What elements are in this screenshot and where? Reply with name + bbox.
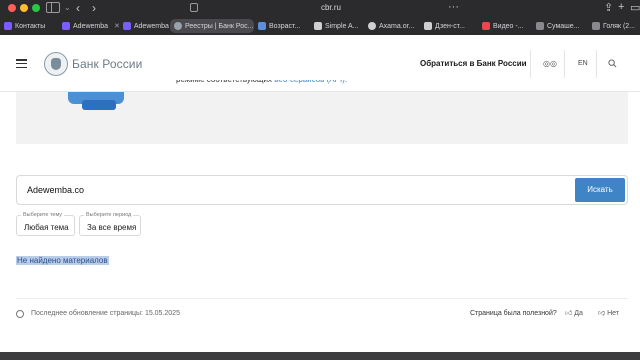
last-updated: Последнее обновление страницы: 15.05.202… [31,310,180,317]
thumbs-down-icon: 👎︎ [598,310,606,317]
favicon-icon [482,22,490,30]
close-window-button[interactable] [8,4,16,12]
fullscreen-window-button[interactable] [32,4,40,12]
tab-label: Сумаше... [547,22,580,30]
tab[interactable]: Видео -... [478,19,532,33]
tab[interactable]: ✕ Adewemba [110,19,170,33]
no-results-message: Не найдено материалов [16,256,109,265]
tab-label: Simple A... [325,22,359,30]
tab[interactable]: Сумаше... [532,19,588,33]
tab-label: Реестры | Банк Рос... [185,22,254,30]
minimize-window-button[interactable] [20,4,28,12]
forward-icon[interactable]: › [92,1,96,15]
search-input[interactable]: Adewemba.co [16,175,628,205]
search-button[interactable]: Искать [575,178,625,202]
share-icon[interactable]: ⇪ [604,1,613,14]
speech-bubble-illustration [82,100,116,110]
accessibility-glasses-icon[interactable]: ◎◎ [543,59,557,68]
tab[interactable]: Axama.or... [364,19,420,33]
favicon-icon [424,22,432,30]
tab[interactable]: Возраст... [254,19,310,33]
back-icon[interactable]: ‹ [76,1,80,15]
feedback-no-button[interactable]: 👎︎ Нет [598,308,619,317]
bottom-bar [0,352,640,360]
tab-label: Возраст... [269,22,301,30]
contact-link[interactable]: Обратиться в Банк России [420,59,527,68]
more-icon[interactable]: ··· [448,1,459,13]
tab[interactable]: Дзен-ст... [420,19,478,33]
clock-icon [16,310,24,318]
tab[interactable]: Simple A... [310,19,364,33]
search-icon[interactable] [608,59,617,68]
tab-bar: Контакты Adewemba ✕ Adewemba Реестры | Б… [0,18,640,34]
divider [564,50,565,78]
brand-name[interactable]: Банк России [72,57,142,71]
tab[interactable]: Adewemba [58,19,110,33]
language-switch[interactable]: EN [578,60,588,67]
tab[interactable]: Контакты [0,19,58,33]
search-input-value: Adewemba.co [27,185,85,195]
favicon-icon [4,22,12,30]
topic-select-label: Выберите тему [21,212,65,218]
feedback-question: Страница была полезной? [470,310,557,317]
new-tab-icon[interactable]: + [618,1,624,13]
favicon-icon [62,22,70,30]
feedback-yes-label: Да [574,310,583,317]
feedback-yes-button[interactable]: 👍︎ Да [565,308,583,317]
topic-select-value: Любая тема [24,223,69,232]
period-select[interactable]: Выберите период За все время [79,212,141,236]
favicon-icon [368,22,376,30]
favicon-icon [592,22,600,30]
tab-label: Adewemba [133,22,169,30]
tab-label: Дзен-ст... [435,22,465,30]
favicon-icon [258,22,266,30]
browser-toolbar: ⌄ ‹ › cbr.ru ··· ⇪ + ▭ [0,0,640,16]
tab-label: Видео -... [493,22,524,30]
favicon-icon [174,22,182,30]
period-select-value: За все время [87,223,137,232]
tab[interactable]: Голяк (2... [588,19,640,33]
menu-icon[interactable] [16,59,27,69]
favicon-icon [122,22,131,30]
period-select-label: Выберите период [84,212,134,218]
browser-chrome: ⌄ ‹ › cbr.ru ··· ⇪ + ▭ Контакты Adewemba… [0,0,640,35]
tab-label: Adewemba [73,22,109,30]
tab-label: Axama.or... [379,22,415,30]
tab-overview-icon[interactable]: ▭ [630,1,640,14]
address-bar[interactable]: cbr.ru [196,2,466,14]
divider [596,50,597,78]
favicon-icon [314,22,322,30]
thumbs-up-icon: 👍︎ [565,310,573,317]
divider [530,50,531,78]
chevron-down-icon[interactable]: ⌄ [64,3,71,12]
favicon-icon [536,22,544,30]
feedback-no-label: Нет [607,310,619,317]
divider [16,298,628,299]
topic-select[interactable]: Выберите тему Любая тема [16,212,75,236]
tab-label: Голяк (2... [603,22,636,30]
tab-label: Контакты [15,22,46,30]
tab-active[interactable]: Реестры | Банк Рос... [170,19,254,33]
sidebar-toggle-icon[interactable] [46,2,60,13]
bank-emblem-logo[interactable] [44,52,68,76]
close-tab-icon[interactable]: ✕ [114,22,120,30]
